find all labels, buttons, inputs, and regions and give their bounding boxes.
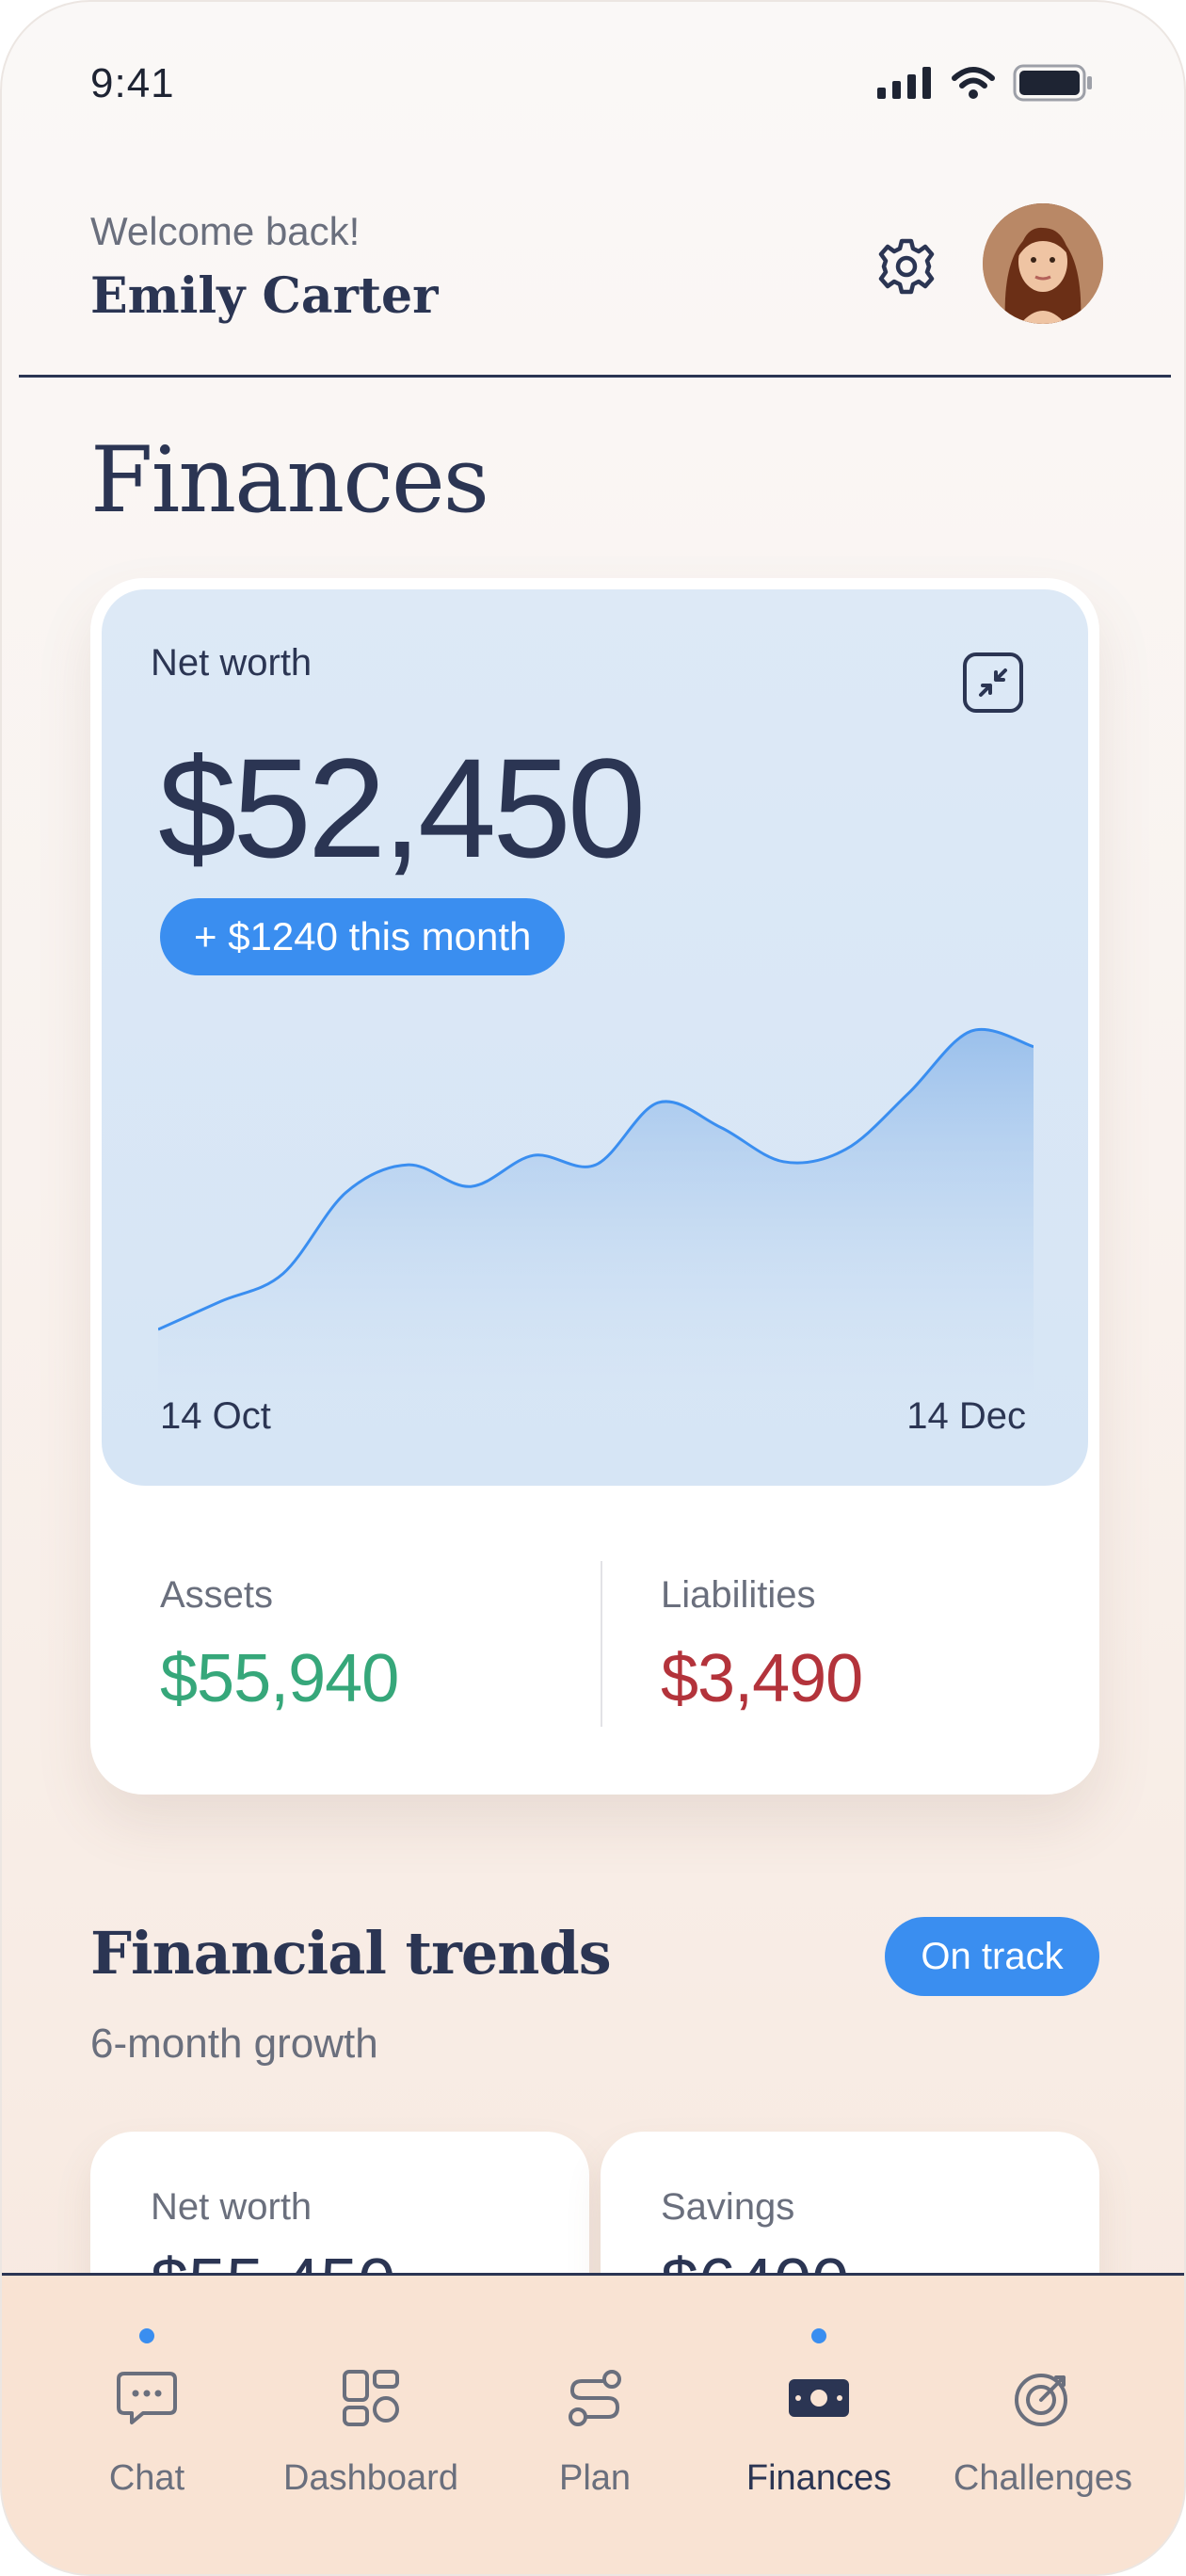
tab-plan[interactable]: Plan <box>482 2276 708 2574</box>
tab-finances[interactable]: Finances <box>706 2276 932 2574</box>
net-worth-area-chart <box>158 1028 1034 1395</box>
on-track-badge[interactable]: On track <box>885 1917 1099 1996</box>
trend-card-label: Savings <box>661 2186 795 2228</box>
tab-label: Plan <box>558 2458 632 2498</box>
trends-subtitle: 6-month growth <box>90 2021 378 2067</box>
chart-start-date: 14 Oct <box>160 1395 271 1437</box>
assets-liabilities-divider <box>601 1561 602 1727</box>
chart-end-date: 14 Dec <box>906 1395 1026 1437</box>
tab-label: Finances <box>745 2458 892 2498</box>
avatar[interactable] <box>983 203 1103 324</box>
notification-dot <box>139 2328 154 2343</box>
liabilities-value: $3,490 <box>661 1641 863 1716</box>
tab-challenges[interactable]: Challenges <box>930 2276 1156 2574</box>
liabilities-label: Liabilities <box>661 1574 816 1616</box>
assets-value: $55,940 <box>160 1641 399 1716</box>
dashboard-icon <box>343 2370 399 2426</box>
notification-dot <box>811 2328 826 2343</box>
net-worth-label: Net worth <box>151 642 313 684</box>
tab-chat[interactable]: Chat <box>34 2276 260 2574</box>
collapse-arrows-icon[interactable] <box>962 652 1024 714</box>
chart-area-fill <box>158 1029 1034 1395</box>
wifi-icon <box>952 67 995 99</box>
battery-icon <box>1013 64 1092 102</box>
trend-card-label: Net worth <box>151 2186 313 2228</box>
status-icons <box>877 64 1094 102</box>
header-divider <box>19 375 1171 378</box>
trends-title: Financial trends <box>90 1919 612 1988</box>
cellular-signal-icon <box>877 67 931 99</box>
banknote-icon <box>789 2379 849 2417</box>
chat-icon <box>117 2372 177 2424</box>
avatar-portrait <box>983 203 1103 324</box>
settings-gear-icon[interactable] <box>873 233 939 299</box>
welcome-text: Welcome back! <box>90 209 361 253</box>
status-time: 9:41 <box>90 60 175 106</box>
tab-label: Chat <box>108 2458 185 2498</box>
plan-icon <box>569 2370 621 2426</box>
target-icon <box>1015 2374 1067 2426</box>
page-title: Finances <box>90 427 489 533</box>
tab-label: Dashboard <box>283 2458 458 2498</box>
assets-label: Assets <box>160 1574 274 1616</box>
phone-screen: 9:41 Welcome back! Emily Carter Finances… <box>0 0 1186 2576</box>
net-worth-value: $52,450 <box>158 729 646 887</box>
tab-dashboard[interactable]: Dashboard <box>258 2276 484 2574</box>
bottom-tab-bar: Chat Dashboard Plan Finances Challenges <box>2 2273 1184 2574</box>
monthly-change-badge: + $1240 this month <box>160 898 566 975</box>
tab-label: Challenges <box>953 2458 1133 2498</box>
user-name: Emily Carter <box>90 267 439 325</box>
